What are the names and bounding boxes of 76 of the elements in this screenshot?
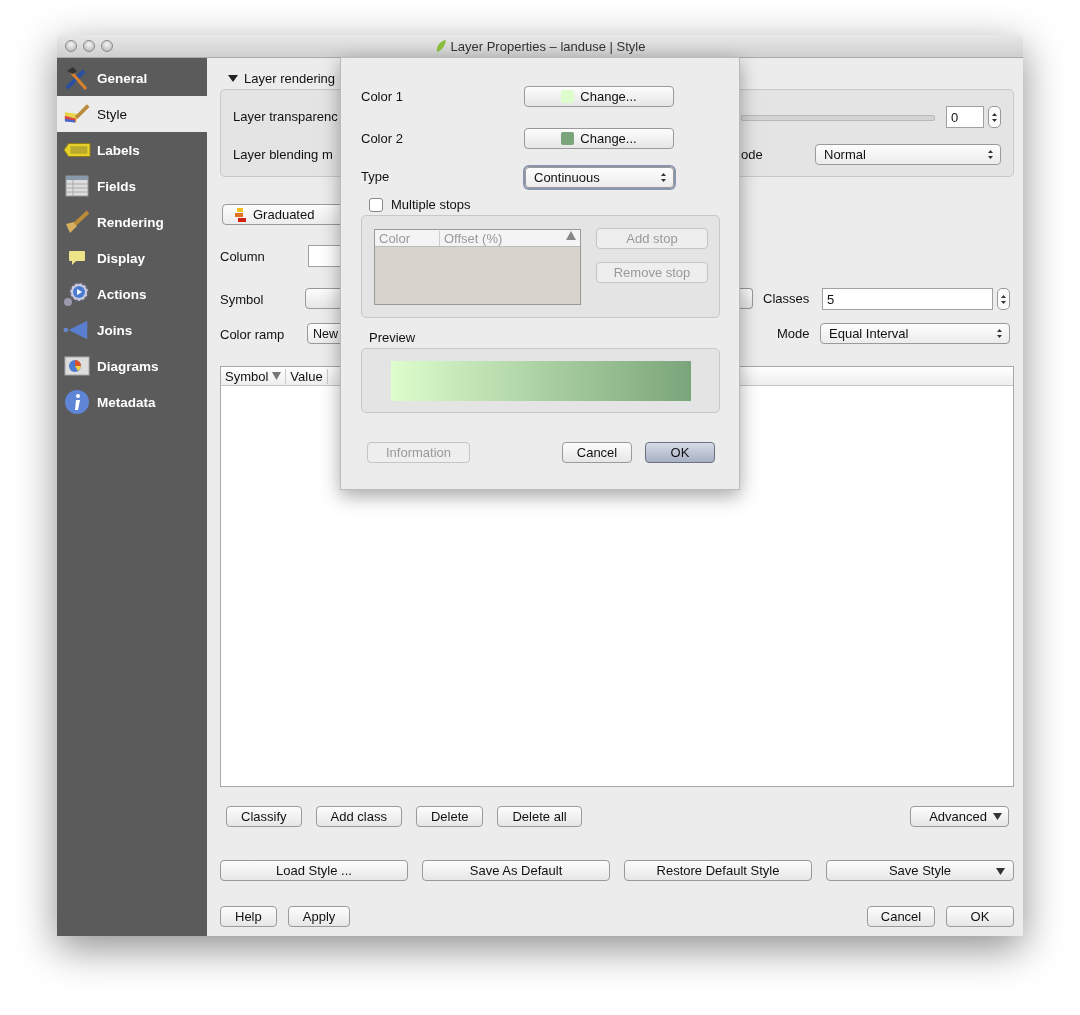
checkbox[interactable] [369,197,383,212]
sidebar-item[interactable]: Rendering [57,204,207,240]
label-icon [63,141,91,159]
slider-track[interactable] [741,115,935,121]
classes-field[interactable]: 5 [822,288,993,310]
caret-icon [993,812,1002,820]
field-label: Column [220,248,265,264]
toolbar-button[interactable]: Delete all [497,805,582,827]
number-field[interactable]: 0 [946,106,984,128]
column-header[interactable]: Symbol [221,368,287,384]
sidebar-item[interactable]: Display [57,240,207,276]
toolbar-button[interactable]: Delete [415,805,484,827]
stepper-arrows-icon [991,111,998,123]
gear-icon [63,281,91,307]
sidebar-item[interactable]: General [57,60,207,96]
checkbox-label: Multiple stops [391,197,471,212]
speech-bubble-icon [68,250,86,266]
stepper-arrows-icon [996,328,1003,339]
field-label: Color ramp [220,326,285,342]
field-label: ode [741,147,763,162]
sort-arrow-icon [566,230,576,240]
column-header[interactable]: Value [286,368,328,384]
dialog-button[interactable]: OK [645,442,715,463]
leaf-icon [434,39,447,53]
window-title: Layer Properties – landuse | Style [450,38,646,54]
field-label: Mode [777,326,810,341]
style-button[interactable]: Save Style [826,859,1014,881]
stepper-arrows-icon [660,172,667,183]
sidebar-item[interactable]: Fields [57,168,207,204]
style-button[interactable]: Load Style ... [220,859,408,881]
field-label: Color 1 [361,89,403,104]
toolbar-button[interactable]: Classify [226,805,302,827]
close-button[interactable] [65,40,77,52]
section-label: Preview [369,330,416,345]
zoom-button[interactable] [101,40,113,52]
sidebar-item[interactable]: Joins [57,312,207,348]
section-title: Layer rendering [244,70,336,86]
footer-button[interactable]: Cancel [867,905,935,927]
spin-button[interactable] [997,288,1010,310]
field-label: Type [361,169,390,184]
sidebar-item[interactable]: Style [57,96,207,132]
tools-icon [64,65,90,91]
change-color-button[interactable]: Change... [524,128,674,149]
info-icon [64,389,90,415]
style-button[interactable]: Save As Default [422,859,610,881]
field-label: Color 2 [361,131,403,146]
pie-chart-icon [64,356,90,376]
spin-button[interactable] [988,106,1001,128]
type-dropdown[interactable]: Continuous [525,167,674,188]
sidebar-item[interactable]: Labels [57,132,207,168]
footer-button[interactable]: OK [946,905,1014,927]
style-button[interactable]: Restore Default Style [624,859,812,881]
caret-icon [996,866,1005,875]
sidebar-item[interactable]: Diagrams [57,348,207,384]
sidebar-item[interactable]: Actions [57,276,207,312]
change-color-button[interactable]: Change... [524,86,674,107]
minimize-button[interactable] [83,40,95,52]
field-label: Classes [763,291,810,306]
mode-dropdown[interactable]: Equal Interval [820,323,1010,344]
sidebar-item[interactable]: Metadata [57,384,207,420]
footer-button[interactable]: Apply [287,905,351,927]
dialog-button[interactable]: Cancel [562,442,632,463]
table-icon [65,175,89,197]
graduated-icon [235,207,247,222]
collapse-triangle-icon[interactable] [228,73,238,83]
stepper-arrows-icon [987,149,994,160]
dropdown[interactable]: Normal [815,144,1001,165]
stepper-arrows-icon [1000,293,1007,305]
field-label: Layer blending m [233,147,333,162]
brush-icon [64,210,90,234]
sort-arrow-icon [272,372,282,380]
field-label: Symbol [220,291,264,307]
toolbar-button[interactable]: Add class [315,805,402,827]
advanced-button[interactable]: Advanced [910,805,1009,827]
footer-button[interactable]: Help [220,905,277,927]
field-label: Layer transparenc [233,109,338,124]
